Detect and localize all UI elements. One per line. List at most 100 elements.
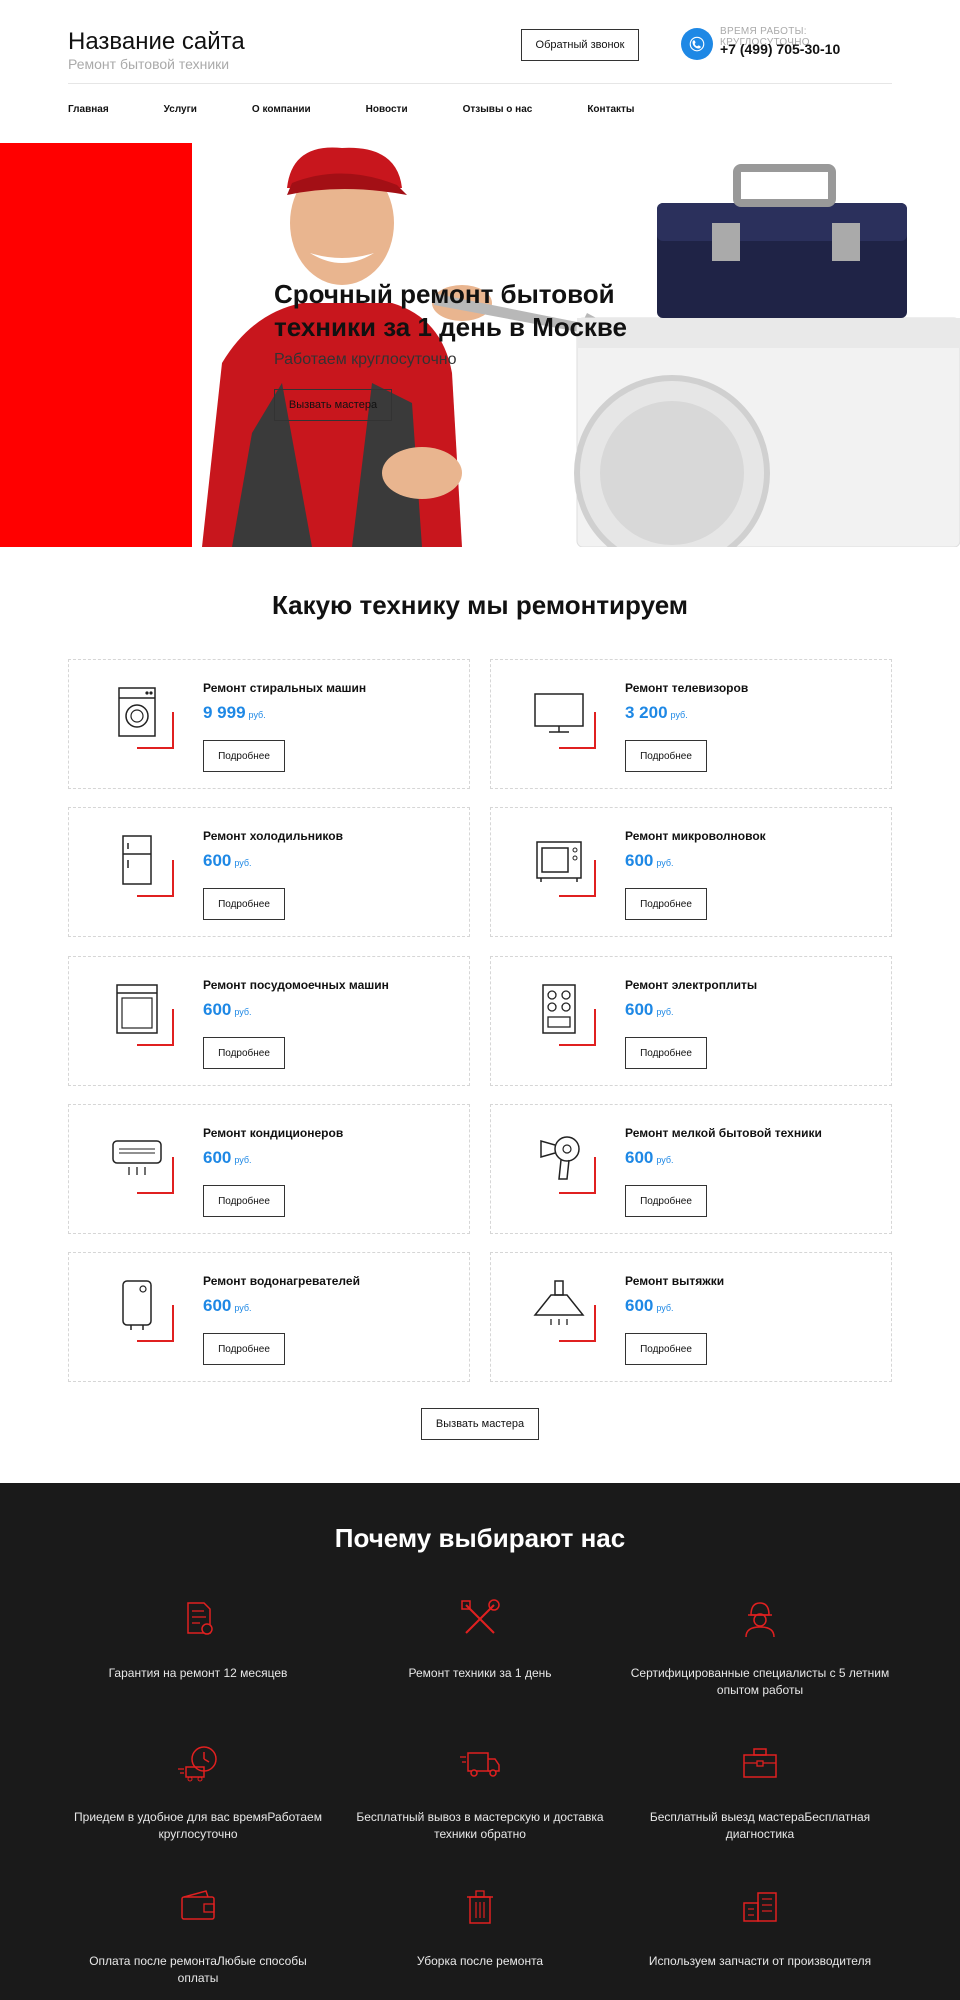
feature-item: Приедем в удобное для вас времяРаботаем … [68,1741,328,1843]
wallet-icon [176,1885,220,1929]
service-card-water-heater: Ремонт водонагревателей 600 руб. Подробне… [68,1252,470,1382]
service-card-title: Ремонт телевизоров [625,681,749,695]
tv-icon [529,682,596,749]
service-card-air-conditioner: Ремонт кондиционеров 600 руб. Подробнее [68,1104,470,1234]
site-title[interactable]: Название сайта [68,28,245,56]
hero-photo-repairman [192,143,960,547]
details-button[interactable]: Подробнее [203,1037,285,1069]
hero-banner: Срочный ремонт бытовой техники за 1 день… [0,143,960,547]
hero-subtitle: Работаем круглосуточно [274,351,457,368]
feature-text: Гарантия на ремонт 12 месяцев [108,1666,288,1680]
washing-machine-icon [107,682,174,749]
feature-text: Бесплатный выезд мастераБесплатная диагн… [649,1810,871,1841]
service-card-price: 600 руб. [203,1296,252,1315]
nav-item-contacts[interactable]: Контакты [587,104,634,115]
dishwasher-icon [107,979,174,1046]
toolbox-icon [738,1741,782,1785]
details-button[interactable]: Подробнее [625,1333,707,1365]
feature-item: Оплата после ремонтаЛюбые способы оплаты [68,1885,328,1987]
cooker-hood-icon [529,1275,596,1342]
nav-item-about[interactable]: О компании [252,104,311,115]
feature-text: Используем запчасти от производителя [648,1954,872,1968]
site-subtitle: Ремонт бытовой техники [68,56,230,72]
phone-icon [681,28,713,60]
site-header: Название сайта Ремонт бытовой техники Об… [68,0,892,84]
details-button[interactable]: Подробнее [203,740,285,772]
feature-text: Оплата после ремонтаЛюбые способы оплаты [89,1954,307,1985]
service-card-title: Ремонт стиральных машин [203,681,367,695]
call-master-button[interactable]: Вызвать мастера [421,1408,539,1440]
main-nav: Главная Услуги О компании Новости Отзывы… [68,104,689,115]
feature-text: Ремонт техники за 1 день [408,1666,552,1680]
services-title: Какую технику мы ремонтируем [271,590,689,620]
service-card-cooker-hood: Ремонт вытяжки 600 руб. Подробнее [490,1252,892,1382]
service-card-small-appliances: Ремонт мелкой бытовой техники 600 руб. По… [490,1104,892,1234]
feature-item: Ремонт техники за 1 день [350,1597,610,1682]
details-button[interactable]: Подробнее [203,1185,285,1217]
details-button[interactable]: Подробнее [625,740,707,772]
service-card-title: Ремонт кондиционеров [203,1126,344,1140]
microwave-icon [529,830,596,897]
feature-item: Бесплатный выезд мастераБесплатная диагн… [630,1741,890,1843]
feature-text: Сертифицированные специалисты с 5 летним… [630,1666,890,1697]
details-button[interactable]: Подробнее [625,1185,707,1217]
feature-text: Приедем в удобное для вас времяРаботаем … [74,1810,322,1841]
nav-item-home[interactable]: Главная [68,104,109,115]
fridge-icon [107,830,174,897]
service-card-price: 9 999 руб. [203,703,266,722]
service-card-title: Ремонт холодильников [203,829,343,843]
stove-icon [529,979,596,1046]
service-card-price: 600 руб. [203,851,252,870]
service-card-price: 600 руб. [625,1148,674,1167]
water-heater-icon [107,1275,174,1342]
hero-call-master-button[interactable]: Вызвать мастера [274,389,392,421]
service-card-tv: Ремонт телевизоров 3 200 руб. Подробнее [490,659,892,789]
service-card-dishwasher: Ремонт посудомоечных машин 600 руб. Подро… [68,956,470,1086]
fast-delivery-clock-icon [176,1741,220,1785]
service-card-microwave: Ремонт микроволновок 600 руб. Подробнее [490,807,892,937]
hero-red-block [0,143,192,547]
details-button[interactable]: Подробнее [625,888,707,920]
hair-dryer-icon [529,1127,596,1194]
details-button[interactable]: Подробнее [203,888,285,920]
service-card-price: 3 200 руб. [625,703,688,722]
feature-item: Уборка после ремонта [350,1885,610,1970]
service-card-price: 600 руб. [625,1296,674,1315]
service-card-title: Ремонт водонагревателей [203,1274,360,1288]
service-card-title: Ремонт электроплиты [625,978,758,992]
details-button[interactable]: Подробнее [203,1333,285,1365]
hero-title: Срочный ремонт бытовой техники за 1 день… [274,279,628,342]
feature-item: Бесплатный вывоз в мастерскую и доставка… [350,1741,610,1843]
service-card-fridge: Ремонт холодильников 600 руб. Подробнее [68,807,470,937]
service-card-price: 600 руб. [625,851,674,870]
air-conditioner-icon [107,1127,174,1194]
feature-item: Гарантия на ремонт 12 месяцев [68,1597,328,1682]
service-card-stove: Ремонт электроплиты 600 руб. Подробнее [490,956,892,1086]
why-us-section: Почему выбирают нас Гарантия на ремонт 1… [0,1483,960,2000]
nav-item-services[interactable]: Услуги [164,104,197,115]
details-button[interactable]: Подробнее [625,1037,707,1069]
feature-item: Сертифицированные специалисты с 5 летним… [630,1597,890,1699]
feature-item: Используем запчасти от производителя [630,1885,890,1970]
service-card-title: Ремонт посудомоечных машин [203,978,389,992]
trash-bin-icon [458,1885,502,1929]
service-card-title: Ремонт микроволновок [625,829,766,843]
nav-item-news[interactable]: Новости [366,104,408,115]
service-card-price: 600 руб. [203,1000,252,1019]
phone-number[interactable]: +7 (499) 705-30-10 [720,41,840,57]
callback-button[interactable]: Обратный звонок [521,29,639,61]
feature-text: Уборка после ремонта [416,1954,544,1968]
service-card-title: Ремонт мелкой бытовой техники [625,1126,822,1140]
service-card-washing-machine: Ремонт стиральных машин 9 999 руб. Подроб… [68,659,470,789]
nav-item-reviews[interactable]: Отзывы о нас [463,104,533,115]
warranty-document-icon [176,1597,220,1641]
why-us-title: Почему выбирают нас [334,1523,626,1553]
service-card-price: 600 руб. [203,1148,252,1167]
feature-text: Бесплатный вывоз в мастерскую и доставка… [356,1810,604,1841]
service-card-price: 600 руб. [625,1000,674,1019]
tools-icon [458,1597,502,1641]
service-card-title: Ремонт вытяжки [625,1274,725,1288]
factory-icon [738,1885,782,1929]
truck-icon [458,1741,502,1785]
worker-icon [738,1597,782,1641]
